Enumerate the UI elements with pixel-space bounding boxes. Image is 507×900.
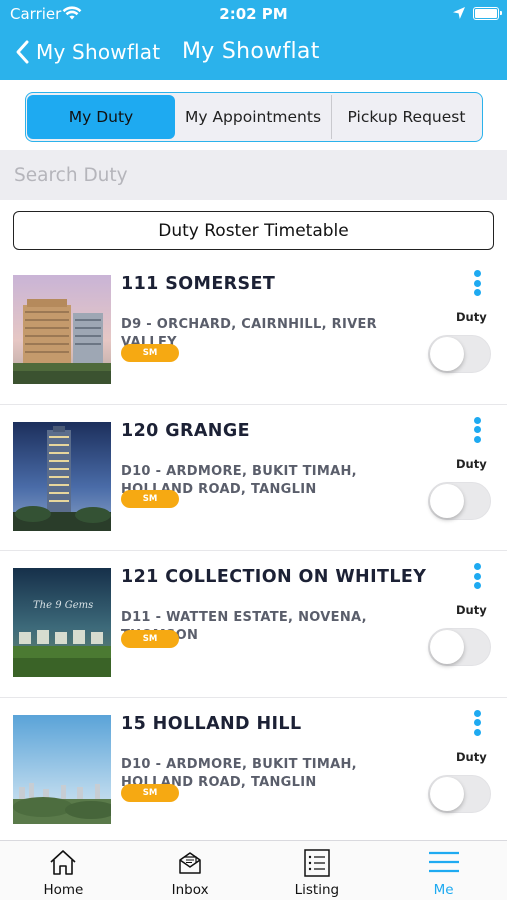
more-options-icon[interactable] xyxy=(466,709,488,737)
more-options-icon[interactable] xyxy=(466,416,488,444)
listing-type-badge: SM xyxy=(121,630,179,648)
tab-pickup-request[interactable]: Pickup Request xyxy=(331,95,481,139)
tab-home[interactable]: Home xyxy=(0,841,127,900)
landed-homes-dusk-photo: The 9 Gems xyxy=(13,568,111,677)
page-title: My Showflat xyxy=(182,39,320,64)
duty-label: Duty xyxy=(456,749,487,764)
listing-type-badge: SM xyxy=(121,783,179,802)
listing-icon xyxy=(304,849,330,877)
back-button-label: My Showflat xyxy=(36,40,161,64)
highrise-night-photo xyxy=(13,421,111,531)
list-item[interactable]: The 9 Gems 121 COLLECTION ON WHITLEY D11… xyxy=(0,551,507,698)
tower-building-photo xyxy=(13,275,111,384)
tab-listing[interactable]: Listing xyxy=(254,841,381,900)
city-skyline-photo xyxy=(13,714,111,824)
menu-icon xyxy=(428,851,459,873)
list-item[interactable]: 111 SOMERSET D9 - ORCHARD, CAIRNHILL, RI… xyxy=(0,258,507,405)
duty-toggle[interactable] xyxy=(428,628,491,666)
battery-icon xyxy=(473,7,502,20)
inbox-icon xyxy=(179,852,201,874)
list-item[interactable]: 120 GRANGE D10 - ARDMORE, BUKIT TIMAH, H… xyxy=(0,405,507,551)
tab-bar: Home Inbox Listing Me xyxy=(0,840,507,900)
listing-title: 111 SOMERSET xyxy=(121,274,276,294)
search-input[interactable] xyxy=(0,150,507,200)
home-icon xyxy=(50,850,76,875)
listing-type-badge: SM xyxy=(121,344,179,362)
clock: 2:02 PM xyxy=(219,5,288,23)
duty-toggle[interactable] xyxy=(428,335,491,373)
listing-title: 15 HOLLAND HILL xyxy=(121,713,302,734)
duty-segmented-control: My Duty My Appointments Pickup Request xyxy=(25,92,483,142)
duty-toggle[interactable] xyxy=(428,774,491,813)
tab-inbox[interactable]: Inbox xyxy=(127,841,254,900)
more-options-icon[interactable] xyxy=(466,269,488,297)
tab-my-appointments[interactable]: My Appointments xyxy=(175,95,331,139)
back-button[interactable]: My Showflat xyxy=(12,37,160,67)
duty-toggle[interactable] xyxy=(428,481,491,520)
image-caption: The 9 Gems xyxy=(33,600,93,611)
tab-me-label: Me xyxy=(433,882,454,898)
duty-label: Duty xyxy=(456,456,487,471)
tab-home-label: Home xyxy=(43,882,84,898)
chevron-left-icon xyxy=(16,40,29,64)
list-item[interactable]: 15 HOLLAND HILL D10 - ARDMORE, BUKIT TIM… xyxy=(0,698,507,844)
tab-inbox-label: Inbox xyxy=(171,882,209,898)
showflat-list: 111 SOMERSET D9 - ORCHARD, CAIRNHILL, RI… xyxy=(0,258,507,844)
listing-title: 121 COLLECTION ON WHITLEY xyxy=(121,567,427,587)
more-options-icon[interactable] xyxy=(466,562,488,590)
duty-label: Duty xyxy=(456,603,487,617)
location-arrow-icon xyxy=(453,7,465,19)
tab-my-duty[interactable]: My Duty xyxy=(27,95,175,139)
header: Carrier 2:02 PM My Showflat My Showflat xyxy=(0,0,507,80)
status-bar: Carrier 2:02 PM xyxy=(0,0,507,28)
tab-listing-label: Listing xyxy=(294,882,340,898)
search-bar xyxy=(0,150,507,200)
duty-roster-timetable-button[interactable]: Duty Roster Timetable xyxy=(13,211,494,250)
duty-label: Duty xyxy=(456,310,487,324)
listing-type-badge: SM xyxy=(121,490,179,508)
tab-me[interactable]: Me xyxy=(380,841,507,900)
navigation-bar: My Showflat My Showflat xyxy=(0,28,507,78)
listing-title: 120 GRANGE xyxy=(121,420,250,441)
